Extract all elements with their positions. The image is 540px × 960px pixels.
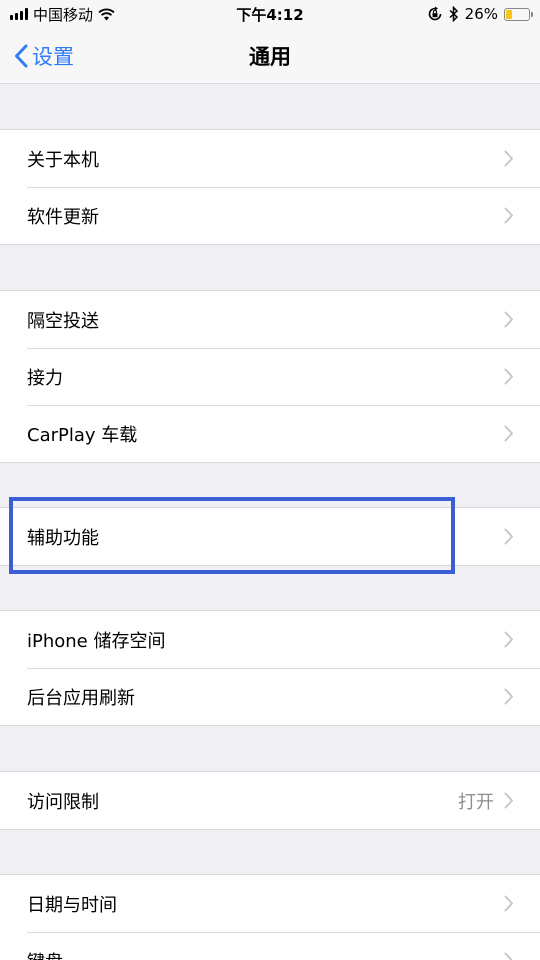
list-item[interactable]: 键盘 [0,932,540,960]
chevron-right-icon [504,952,513,960]
list-item[interactable]: iPhone 储存空间 [0,611,540,668]
list-item-label: 隔空投送 [27,310,99,332]
chevron-right-icon [504,311,513,328]
chevron-right-icon [504,792,513,809]
list-item-label: CarPlay 车载 [27,424,138,446]
chevron-right-icon [504,688,513,705]
chevron-right-icon [504,207,513,224]
list-item-label: iPhone 储存空间 [27,630,166,652]
list-item-value: 打开 [458,791,494,813]
battery-icon [504,7,533,21]
list-item[interactable]: 接力 [0,348,540,405]
list-item-label: 后台应用刷新 [27,687,135,709]
screen: 中国移动 下午4:12 26% 设置 通用 关于本机 软件更新 隔空投送 接力 … [0,0,540,960]
settings-group: 辅助功能 [0,507,540,566]
list-item[interactable]: 关于本机 [0,130,540,187]
battery-percent: 26% [464,5,498,23]
list-item[interactable]: 隔空投送 [0,291,540,348]
list-item[interactable]: 访问限制 打开 [0,772,540,829]
list-item-label: 关于本机 [27,149,99,171]
bluetooth-icon [449,6,458,22]
settings-group: iPhone 储存空间 后台应用刷新 [0,610,540,726]
chevron-right-icon [504,528,513,545]
signal-icon [10,8,28,20]
list-item-label: 日期与时间 [27,894,117,916]
list-item-label: 辅助功能 [27,527,99,549]
list-item[interactable]: 后台应用刷新 [0,668,540,725]
chevron-right-icon [504,425,513,442]
chevron-right-icon [504,150,513,167]
page-title: 通用 [249,45,291,69]
status-bar: 中国移动 下午4:12 26% [0,0,540,28]
wifi-icon [98,8,115,20]
carrier-label: 中国移动 [33,5,94,24]
chevron-right-icon [504,631,513,648]
list-item[interactable]: 软件更新 [0,187,540,244]
list-item[interactable]: 日期与时间 [0,875,540,932]
settings-group: 访问限制 打开 [0,771,540,830]
chevron-right-icon [504,895,513,912]
list-item-label: 键盘 [27,948,504,960]
rotation-lock-icon [428,6,441,21]
navigation-bar: 设置 通用 [0,28,540,84]
list-item[interactable]: CarPlay 车载 [0,405,540,462]
list-item-label: 接力 [27,367,63,389]
chevron-right-icon [504,368,513,385]
list-item-label: 软件更新 [27,206,99,228]
battery-level [506,9,512,19]
settings-group: 关于本机 软件更新 [0,129,540,245]
settings-group: 隔空投送接力 CarPlay 车载 [0,290,540,463]
list-item[interactable]: 辅助功能 [0,508,540,565]
list-item-label: 访问限制 [27,791,99,813]
clock: 下午4:12 [236,5,304,24]
settings-group: 日期与时间键盘 [0,874,540,960]
